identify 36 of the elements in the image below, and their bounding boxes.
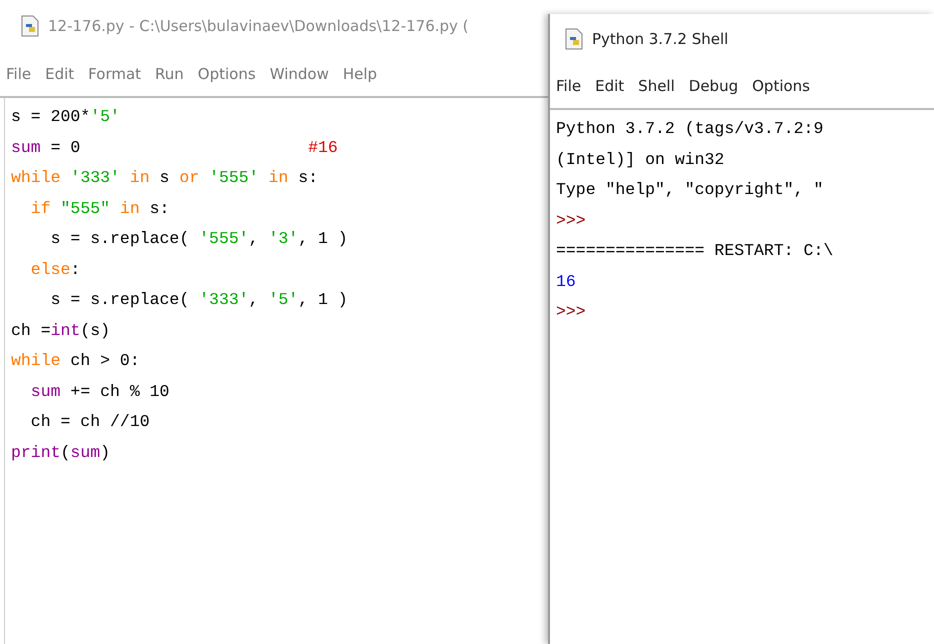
python-file-icon: [564, 28, 584, 50]
code-line: print(sum): [11, 442, 112, 464]
code-line: s = 200*'5': [11, 106, 121, 128]
python-file-icon: [20, 15, 40, 37]
menu-item[interactable]: Shell: [638, 77, 675, 95]
shell-line: Type "help", "copyright", ": [556, 179, 824, 201]
code-line: sum = 0 #16: [11, 136, 339, 158]
shell-prompt: >>>: [556, 210, 587, 232]
code-line: if "555" in s:: [30, 198, 170, 220]
menu-item[interactable]: Options: [198, 65, 256, 83]
code-line: while '333' in s or '555' in s:: [11, 167, 320, 189]
shell-line: =============== RESTART: C:\: [556, 240, 834, 262]
menu-item[interactable]: Edit: [595, 77, 624, 95]
shell-line: 16: [556, 270, 577, 292]
menu-item[interactable]: Edit: [45, 65, 74, 83]
code-line: ch =int(s): [11, 320, 112, 342]
window-title: Python 3.7.2 Shell: [592, 30, 728, 48]
window-title: 12-176.py - C:\Users\bulavinaev\Downloads\12-176.py (: [48, 17, 469, 35]
menu-item[interactable]: File: [6, 65, 32, 83]
menu-item[interactable]: Help: [342, 65, 378, 83]
menu-item[interactable]: Format: [88, 65, 142, 83]
shell-prompt: >>>: [556, 301, 587, 323]
menu-item[interactable]: Debug: [688, 77, 738, 95]
code-line: ch = ch //10: [30, 411, 151, 433]
code-line: else:: [30, 258, 82, 280]
shell-output-area[interactable]: Python 3.7.2 (tags/v3.7.2:9 (Intel)] on win32 Type "help", "copyright", " >>> =============== RESTART: C:\ 16 >>>: [550, 110, 934, 644]
menu-item[interactable]: Options: [752, 77, 810, 95]
code-line: while ch > 0:: [11, 350, 141, 372]
menu-item[interactable]: File: [556, 77, 582, 95]
code-line: s = s.replace( '333', '5', 1 ): [50, 289, 349, 311]
menu-item[interactable]: Window: [270, 65, 329, 83]
shell-line: (Intel)] on win32: [556, 148, 726, 170]
code-line: s = s.replace( '555', '3', 1 ): [50, 228, 349, 250]
shell-line: Python 3.7.2 (tags/v3.7.2:9: [556, 118, 824, 140]
menu-item[interactable]: Run: [155, 65, 184, 83]
code-line: sum += ch % 10: [30, 380, 170, 402]
